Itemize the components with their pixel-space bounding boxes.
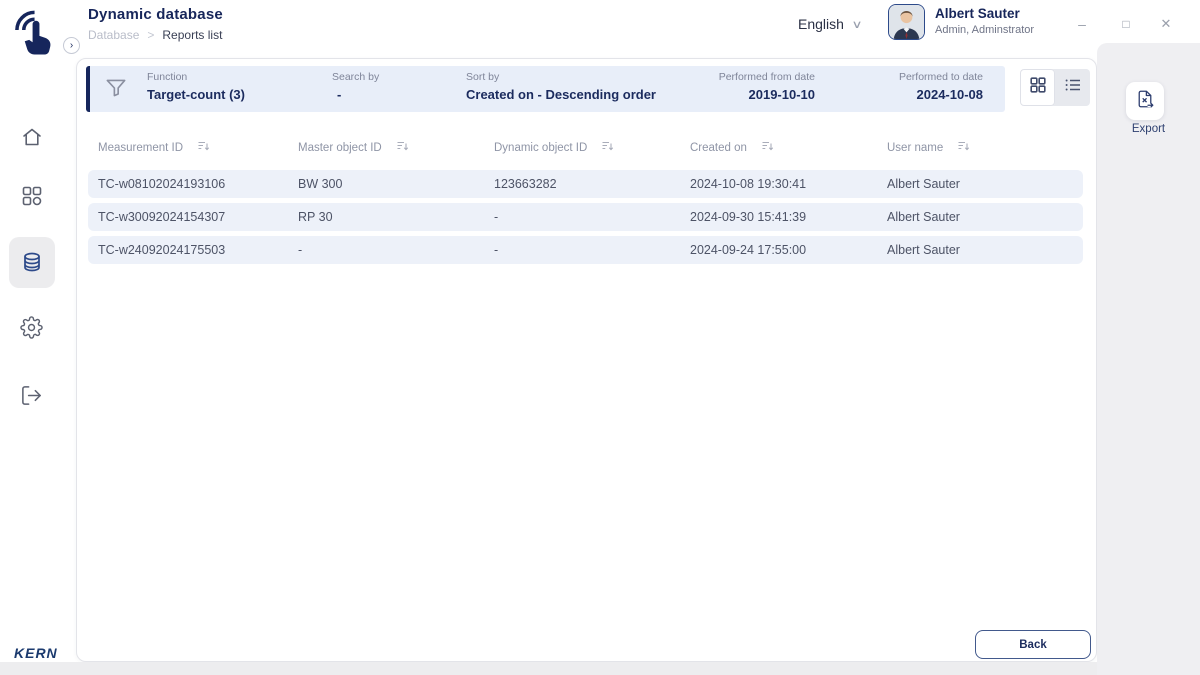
cell-measurement-id: TC-w08102024193106: [98, 177, 298, 191]
cell-user-name: Albert Sauter: [887, 177, 1083, 191]
table-row[interactable]: TC-w08102024193106 BW 300 123663282 2024…: [88, 170, 1083, 198]
logout-icon: [20, 394, 43, 411]
filter-field-from-date[interactable]: Performed from date 2019-10-10: [655, 71, 815, 102]
sidebar-item-settings[interactable]: [20, 316, 44, 340]
user-avatar[interactable]: [888, 4, 925, 40]
column-header-dynamic-object-id: Dynamic object ID: [494, 140, 690, 156]
cell-created-on: 2024-10-08 19:30:41: [690, 177, 887, 191]
window-close-button[interactable]: ✕: [1154, 12, 1178, 36]
cell-user-name: Albert Sauter: [887, 210, 1083, 224]
list-view-button[interactable]: [1055, 69, 1090, 106]
user-role: Admin, Adminstrator: [935, 24, 1034, 36]
column-filter-icon[interactable]: [761, 140, 774, 156]
filter-search-value: -: [332, 87, 379, 102]
filter-from-value: 2019-10-10: [655, 87, 815, 102]
column-header-created-on: Created on: [690, 140, 887, 156]
window-minimize-button[interactable]: –: [1070, 12, 1094, 36]
filter-field-sort-by[interactable]: Sort by Created on - Descending order: [466, 71, 656, 102]
cell-master-object-id: BW 300: [298, 177, 494, 191]
breadcrumb-current: Reports list: [162, 28, 222, 42]
filter-search-label: Search by: [332, 71, 379, 83]
breadcrumb-parent[interactable]: Database: [88, 28, 139, 42]
table-row[interactable]: TC-w24092024175503 - - 2024-09-24 17:55:…: [88, 236, 1083, 264]
export-button-label[interactable]: Export: [1097, 123, 1200, 135]
column-label: Created on: [690, 142, 747, 154]
chevron-down-icon: ∨: [851, 18, 862, 31]
filter-field-to-date[interactable]: Performed to date 2024-10-08: [820, 71, 983, 102]
column-label: Dynamic object ID: [494, 142, 587, 154]
cell-measurement-id: TC-w24092024175503: [98, 243, 298, 257]
apps-icon: [20, 195, 44, 212]
window-maximize-button[interactable]: □: [1114, 12, 1138, 36]
sidebar-item-home[interactable]: [20, 125, 44, 149]
view-toggle-group: [1020, 69, 1090, 106]
cell-master-object-id: RP 30: [298, 210, 494, 224]
language-label: English: [798, 16, 844, 32]
sidebar-expand-button[interactable]: ›: [63, 37, 80, 54]
filter-to-value: 2024-10-08: [820, 87, 983, 102]
grid-view-icon: [1029, 76, 1047, 99]
database-icon: [20, 250, 44, 274]
column-filter-icon[interactable]: [957, 140, 970, 156]
column-filter-icon[interactable]: [601, 140, 614, 156]
filter-field-search-by[interactable]: Search by -: [332, 71, 379, 102]
filter-function-value: Target-count (3): [147, 87, 245, 102]
page-title: Dynamic database: [88, 6, 223, 23]
chevron-right-icon: ›: [70, 40, 73, 51]
sidebar-item-logout[interactable]: [20, 384, 44, 408]
column-label: Master object ID: [298, 142, 382, 154]
cell-master-object-id: -: [298, 243, 494, 257]
cell-dynamic-object-id: -: [494, 210, 690, 224]
export-button[interactable]: [1126, 82, 1164, 120]
filter-sort-value: Created on - Descending order: [466, 87, 656, 102]
side-action-panel: [1097, 43, 1200, 675]
grid-view-button[interactable]: [1020, 69, 1055, 106]
export-file-icon: [1134, 88, 1156, 115]
list-view-icon: [1064, 76, 1082, 99]
column-header-measurement-id: Measurement ID: [98, 140, 298, 156]
cell-created-on: 2024-09-30 15:41:39: [690, 210, 887, 224]
column-label: Measurement ID: [98, 142, 183, 154]
breadcrumb: Database > Reports list: [88, 28, 222, 42]
user-name: Albert Sauter: [935, 6, 1020, 21]
language-selector[interactable]: English ∨: [798, 16, 861, 32]
app-window: ›: [0, 0, 1200, 675]
breadcrumb-separator-icon: >: [147, 28, 154, 42]
app-logo-touch-icon: [13, 7, 60, 57]
column-header-user-name: User name: [887, 140, 1083, 156]
cell-measurement-id: TC-w30092024154307: [98, 210, 298, 224]
cell-user-name: Albert Sauter: [887, 243, 1083, 257]
column-filter-icon[interactable]: [396, 140, 409, 156]
cell-dynamic-object-id: 123663282: [494, 177, 690, 191]
filter-function-label: Function: [147, 71, 245, 83]
filter-funnel-icon: [103, 73, 129, 103]
cell-dynamic-object-id: -: [494, 243, 690, 257]
home-icon: [20, 136, 44, 153]
table-header-row: Measurement ID Master object ID Dynamic …: [88, 136, 1083, 160]
gear-icon: [20, 326, 43, 343]
cell-created-on: 2024-09-24 17:55:00: [690, 243, 887, 257]
table-row[interactable]: TC-w30092024154307 RP 30 - 2024-09-30 15…: [88, 203, 1083, 231]
back-button[interactable]: Back: [975, 630, 1091, 659]
column-header-master-object-id: Master object ID: [298, 140, 494, 156]
bottom-strip: [0, 662, 1200, 675]
column-filter-icon[interactable]: [197, 140, 210, 156]
back-button-label: Back: [1019, 639, 1047, 651]
filter-sort-label: Sort by: [466, 71, 656, 83]
column-label: User name: [887, 142, 943, 154]
sidebar-item-apps[interactable]: [20, 184, 44, 208]
table-body: TC-w08102024193106 BW 300 123663282 2024…: [88, 170, 1083, 264]
filter-from-label: Performed from date: [655, 71, 815, 83]
filter-field-function[interactable]: Function Target-count (3): [147, 71, 245, 102]
filter-to-label: Performed to date: [820, 71, 983, 83]
